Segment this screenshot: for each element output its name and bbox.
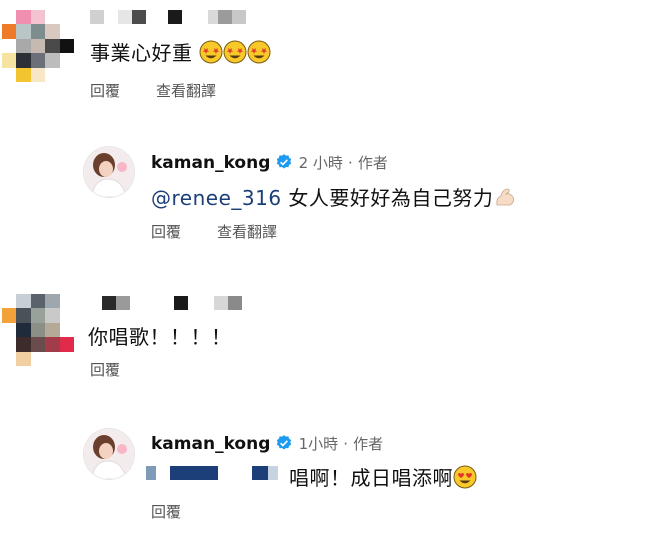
- mention-censored[interactable]: [146, 466, 278, 480]
- avatar-image: [84, 429, 134, 479]
- star-struck-emoji: [247, 40, 271, 64]
- comment-text: 你唱歌！！！！: [88, 325, 232, 349]
- author-badge: 作者: [357, 154, 388, 172]
- star-struck-emoji: [199, 40, 223, 64]
- author-badge: 作者: [353, 435, 384, 453]
- reply-header: kaman_kong 2 小時 · 作者: [151, 152, 388, 173]
- reply-text: @renee_316 女人要好好為自己努力: [151, 182, 517, 211]
- reply-body: 唱啊！成日唱添啊: [289, 466, 453, 490]
- username[interactable]: kaman_kong: [151, 434, 270, 454]
- reply-button[interactable]: 回覆: [90, 359, 120, 380]
- reply-header: kaman_kong 1小時 · 作者: [151, 433, 383, 454]
- username-censored[interactable]: [90, 10, 246, 24]
- reply-text: 唱啊！成日唱添啊: [289, 462, 477, 491]
- flexed-biceps-emoji: [496, 188, 515, 206]
- mention-link[interactable]: @renee_316: [151, 186, 282, 210]
- username-censored[interactable]: [102, 296, 242, 310]
- verified-icon: [277, 435, 292, 450]
- avatar-image: [84, 147, 134, 197]
- reply-button[interactable]: 回覆: [90, 80, 120, 101]
- reply-button[interactable]: 回覆: [151, 501, 181, 522]
- verified-icon: [277, 154, 292, 169]
- avatar-kaman-kong[interactable]: [84, 147, 134, 197]
- star-struck-emoji: [223, 40, 247, 64]
- reply-body: 女人要好好為自己努力: [288, 186, 494, 210]
- see-translation-button[interactable]: 查看翻譯: [156, 80, 216, 101]
- comment-text: 事業心好重: [90, 37, 271, 66]
- see-translation-button[interactable]: 查看翻譯: [217, 221, 277, 242]
- avatar-censored[interactable]: [2, 294, 74, 366]
- separator: ·: [343, 435, 348, 453]
- separator: ·: [347, 154, 353, 172]
- heart-eyes-emoji: [453, 465, 477, 489]
- reply-button[interactable]: 回覆: [151, 221, 181, 242]
- avatar-kaman-kong[interactable]: [84, 429, 134, 479]
- timestamp: 2 小時: [298, 154, 343, 172]
- avatar-censored[interactable]: [2, 10, 74, 82]
- username[interactable]: kaman_kong: [151, 153, 270, 173]
- timestamp: 1小時: [298, 435, 339, 453]
